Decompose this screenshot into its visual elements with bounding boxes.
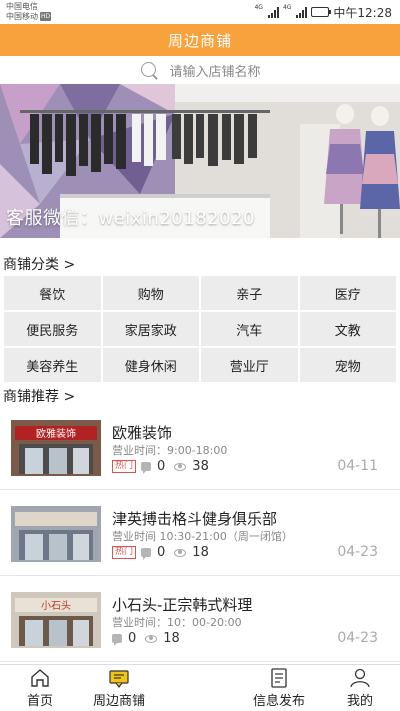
tab-home[interactable]: 首页 [5,665,75,711]
comment-icon [112,634,122,646]
shop-thumbnail: 欧雅装饰 [11,420,101,476]
shop-item[interactable]: 小石头 小石头-正宗韩式料理营业时间：10：00-20:00 0 18 04-23 [0,576,400,662]
category-section-title[interactable]: 商铺分类 > [3,254,75,274]
shop-date: 04-11 [337,458,378,474]
shop-date: 04-23 [337,630,378,646]
home-icon [31,669,49,687]
signal-2-icon [296,6,308,18]
category-item[interactable]: 购物 [102,276,199,310]
signal-1-label: 4G [254,4,263,11]
comment-icon [141,462,152,474]
shop-meta: 热门 0 38 [112,459,209,474]
tab-publish[interactable]: 信息发布 [244,665,314,711]
shop-name: 津英搏击格斗健身俱乐部 [112,510,278,528]
category-item[interactable]: 营业厅 [201,348,298,382]
recommend-section-title[interactable]: 商铺推荐 > [3,386,75,406]
shop-date: 04-23 [337,544,378,560]
category-item[interactable]: 家居家政 [102,312,199,346]
category-item[interactable]: 便民服务 [4,312,101,346]
tab-publish-label: 信息发布 [252,694,305,709]
shop-item[interactable]: 欧雅装饰 欧雅装饰营业时间：9:00-18:00 热门 0 38 04-11 [0,404,400,490]
hd-badge: HD [40,12,52,21]
banner-text: 客服微信：weixin20182020 [6,208,255,229]
document-icon [271,668,287,688]
shop-meta: 热门 0 18 [112,545,209,560]
search-input[interactable]: 请输入店铺名称 [169,61,260,80]
eye-icon [174,548,187,557]
shop-name: 小石头-正宗韩式料理 [112,596,253,614]
comment-count: 0 [157,545,166,560]
view-count: 18 [163,631,180,646]
shop-hours: 营业时间：9:00-18:00 [112,444,228,457]
title-bar: 周边商铺 [0,24,400,56]
tab-home-label: 首页 [26,694,53,709]
hot-badge: 热门 [112,546,137,559]
store-icon [109,670,129,688]
tab-bar: 首页 周边商铺 信息发布 我的 [0,664,400,711]
carrier-1: 中国电信 [6,2,38,11]
user-icon [350,668,370,688]
category-grid: 餐饮 购物 亲子 医疗便民服务 家居家政 汽车 文教美容养生 健身休闲 营业厅 宠物 [4,276,396,382]
shop-thumbnail-sign: 欧雅装饰 [36,427,76,440]
view-count: 18 [192,545,209,560]
shop-list: 欧雅装饰 欧雅装饰营业时间：9:00-18:00 热门 0 38 04-11 津英搏击格斗健… [0,404,400,662]
category-item[interactable]: 医疗 [299,276,396,310]
shop-meta: 0 18 [112,631,180,646]
comment-icon [141,548,152,560]
shop-item[interactable]: 津英搏击格斗健身俱乐部营业时间 10:30-21:00（周一闭馆） 热门 0 18 04… [0,490,400,576]
shop-thumbnail-sign: 小石头 [41,600,71,612]
category-item[interactable]: 餐饮 [4,276,101,310]
eye-icon [145,634,158,643]
eye-icon [174,462,187,471]
banner[interactable]: 客服微信：weixin20182020 [0,84,400,238]
view-count: 38 [192,459,209,474]
category-item[interactable]: 汽车 [201,312,298,346]
tab-nearby-label: 周边商铺 [92,694,145,709]
status-icons: 4G 4G 中午12:28 [254,4,392,20]
search-icon [139,60,159,80]
clock: 中午12:28 [333,5,392,20]
category-item[interactable]: 宠物 [299,348,396,382]
search-bar[interactable]: 请输入店铺名称 [0,56,400,84]
shop-hours: 营业时间 10:30-21:00（周一闭馆） [112,530,293,543]
shop-thumbnail [11,506,101,562]
status-bar: 中国电信 中国移动 HD 4G 4G 中午12:28 [0,0,400,24]
carrier-2: 中国移动 HD [6,12,52,21]
battery-icon [311,7,332,17]
category-item[interactable]: 亲子 [201,276,298,310]
shop-name: 欧雅装饰 [112,424,173,442]
comment-count: 0 [128,631,137,646]
signal-2-label: 4G [282,4,292,11]
category-item[interactable]: 健身休闲 [102,348,199,382]
tab-mine[interactable]: 我的 [325,665,395,711]
tab-nearby[interactable]: 周边商铺 [84,665,154,711]
comment-count: 0 [157,459,166,474]
signal-1-icon [267,6,279,18]
page-title: 周边商铺 [167,31,232,50]
shop-hours: 营业时间：10：00-20:00 [112,616,242,629]
shop-thumbnail: 小石头 [11,592,101,648]
tab-mine-label: 我的 [346,694,373,709]
hot-badge: 热门 [112,460,137,473]
carrier-2-label: 中国移动 [6,12,38,21]
category-item[interactable]: 美容养生 [4,348,101,382]
category-item[interactable]: 文教 [299,312,396,346]
